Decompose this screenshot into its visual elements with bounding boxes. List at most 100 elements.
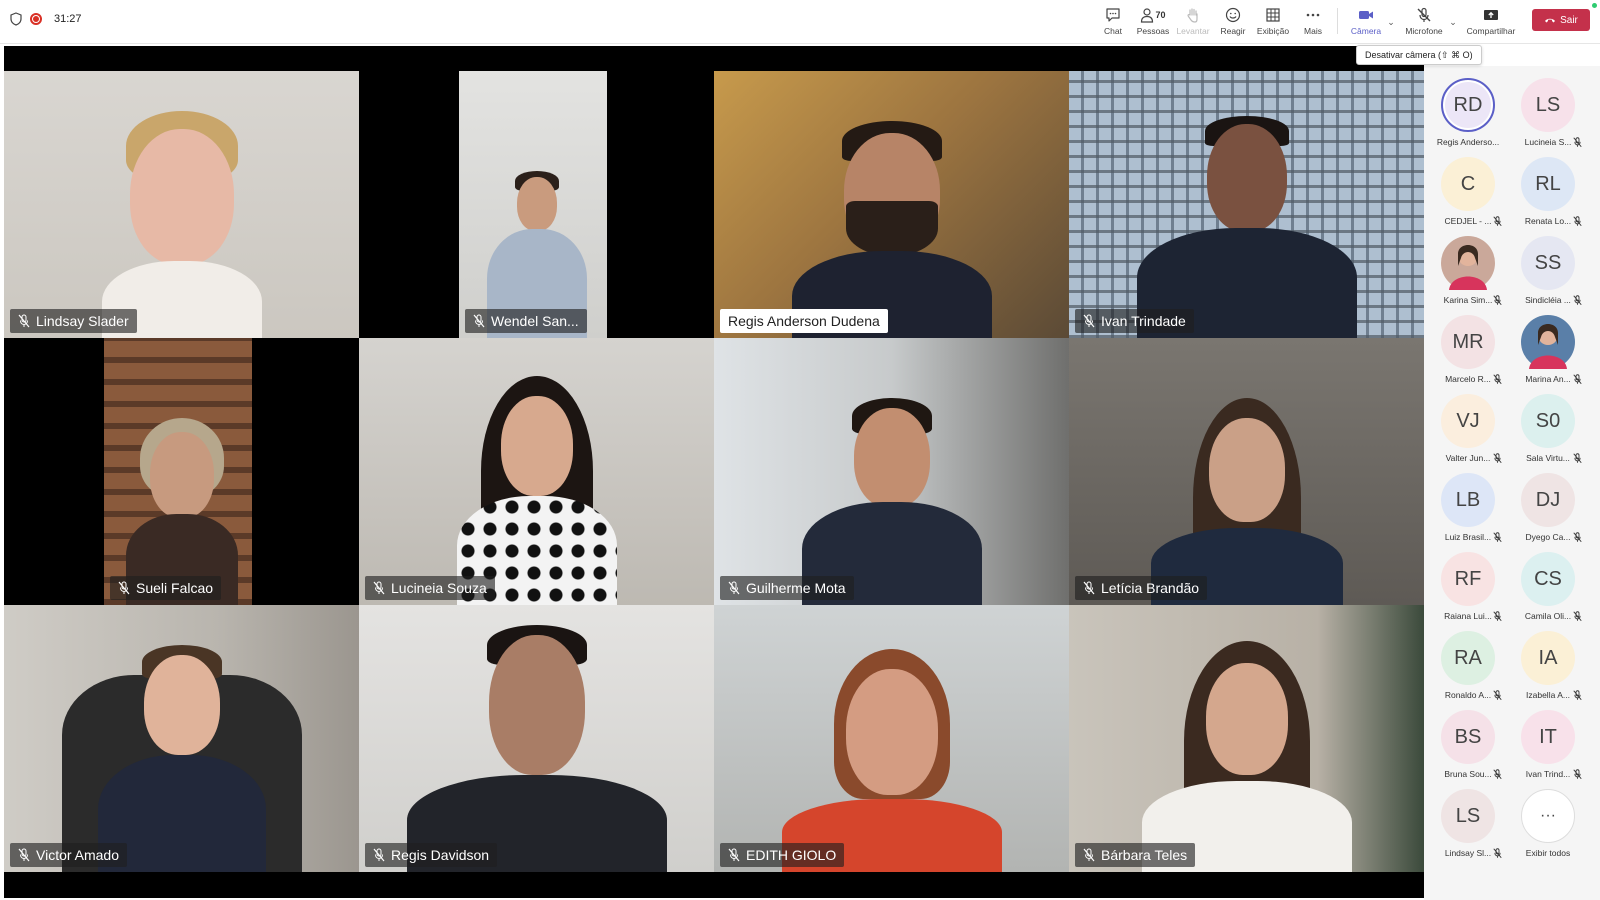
- video-tile[interactable]: Wendel San...: [359, 71, 714, 338]
- participant-card[interactable]: RD Regis Anderso...: [1428, 78, 1508, 157]
- mic-off-icon: [1573, 532, 1582, 543]
- participant-name: EDITH GIOLO: [746, 847, 837, 863]
- participant-avatar: SS: [1521, 236, 1575, 290]
- video-tile[interactable]: Regis Davidson: [359, 605, 714, 872]
- video-tile[interactable]: Guilherme Mota: [714, 338, 1069, 605]
- participant-card-label: Sala Virtu...: [1526, 453, 1570, 463]
- video-tile[interactable]: Lindsay Slader: [4, 71, 359, 338]
- participant-card[interactable]: RF Raiana Lui...: [1428, 552, 1508, 631]
- participant-card[interactable]: SS Sindicléia ...: [1508, 236, 1588, 315]
- participant-card-name: Izabella A...: [1508, 690, 1588, 701]
- participant-name: Sueli Falcao: [136, 580, 214, 596]
- participant-card-label: Regis Anderso...: [1436, 137, 1500, 147]
- mic-off-icon: [728, 848, 740, 862]
- video-tile[interactable]: Sueli Falcao: [4, 338, 359, 605]
- react-button[interactable]: Reagir: [1213, 6, 1253, 36]
- video-tile[interactable]: Victor Amado: [4, 605, 359, 872]
- participant-card-name: Lindsay Sl...: [1428, 848, 1508, 859]
- participant-avatar: S0: [1521, 394, 1575, 448]
- participant-card-name: Exibir todos: [1508, 848, 1588, 858]
- chat-icon: [1106, 8, 1120, 22]
- participant-card[interactable]: IA Izabella A...: [1508, 631, 1588, 710]
- participant-name-tag: Regis Davidson: [365, 843, 498, 867]
- microphone-button[interactable]: Microfone: [1400, 6, 1448, 36]
- participant-name-tag: Bárbara Teles: [1075, 843, 1196, 867]
- participant-card-name: Renata Lo...: [1508, 216, 1588, 227]
- participant-card-name: Marina An...: [1508, 374, 1588, 385]
- shield-icon[interactable]: [10, 12, 22, 26]
- participant-name: Guilherme Mota: [746, 580, 846, 596]
- participant-card-label: Camila Oli...: [1524, 611, 1572, 621]
- toolbar-divider: [1337, 8, 1338, 34]
- participant-card[interactable]: LS Lindsay Sl...: [1428, 789, 1508, 868]
- mic-off-icon: [1493, 611, 1502, 622]
- mic-off-icon: [1573, 769, 1582, 780]
- participant-card-name: Bruna Sou...: [1428, 769, 1508, 780]
- participant-card[interactable]: C CEDJEL - ...: [1428, 157, 1508, 236]
- participant-card[interactable]: CS Camila Oli...: [1508, 552, 1588, 631]
- participant-card-name: CEDJEL - ...: [1428, 216, 1508, 227]
- mic-off-icon: [1493, 769, 1502, 780]
- participant-card[interactable]: RL Renata Lo...: [1508, 157, 1588, 236]
- share-button[interactable]: Compartilhar: [1462, 6, 1520, 36]
- video-tile[interactable]: EDITH GIOLO: [714, 605, 1069, 872]
- mic-off-icon: [18, 848, 30, 862]
- meeting-header: 31:27 Chat 70 Pessoas Levantar Reagir Ex…: [0, 0, 1600, 44]
- participant-card[interactable]: Marina An...: [1508, 315, 1588, 394]
- microphone-off-icon: [1417, 7, 1431, 22]
- participant-name: Regis Davidson: [391, 847, 490, 863]
- participant-card[interactable]: VJ Valter Jun...: [1428, 394, 1508, 473]
- participant-name-tag: Ivan Trindade: [1075, 309, 1194, 333]
- video-tile[interactable]: Letícia Brandão: [1069, 338, 1424, 605]
- mic-off-icon: [1573, 690, 1582, 701]
- participant-card[interactable]: DJ Dyego Ca...: [1508, 473, 1588, 552]
- video-tile[interactable]: Ivan Trindade: [1069, 71, 1424, 338]
- participant-name: Lucineia Souza: [391, 580, 487, 596]
- participant-card-name: Lucineia S...: [1508, 137, 1588, 148]
- video-tile-active-speaker[interactable]: Regis Anderson Dudena: [714, 71, 1069, 338]
- participant-card-label: Luiz Brasil...: [1444, 532, 1492, 542]
- chat-button[interactable]: Chat: [1093, 6, 1133, 36]
- show-all-participants-button[interactable]: ··· Exibir todos: [1508, 789, 1588, 868]
- participant-avatar: CS: [1521, 552, 1575, 606]
- raise-hand-button[interactable]: Levantar: [1173, 6, 1213, 36]
- participant-card[interactable]: LS Lucineia S...: [1508, 78, 1588, 157]
- participants-panel: RD Regis Anderso... LS Lucineia S... C CEDJEL…: [1424, 66, 1600, 900]
- mic-off-icon: [1493, 453, 1502, 464]
- people-button[interactable]: 70 Pessoas: [1133, 6, 1173, 36]
- participant-card[interactable]: IT Ivan Trind...: [1508, 710, 1588, 789]
- leave-button[interactable]: Sair: [1532, 9, 1590, 31]
- smiley-icon: [1225, 7, 1241, 23]
- video-stage: Lindsay Slader Wendel San... Regis Ander…: [4, 46, 1424, 898]
- participant-card-name: Karina Sim...: [1428, 295, 1508, 306]
- participant-card[interactable]: Karina Sim...: [1428, 236, 1508, 315]
- mic-off-icon: [1573, 216, 1582, 227]
- view-button[interactable]: Exibição: [1253, 6, 1293, 36]
- raise-hand-icon: [1187, 8, 1198, 23]
- participant-photo-avatar: [1441, 236, 1495, 290]
- mic-options-chevron-down-icon[interactable]: ⌄: [1448, 6, 1458, 38]
- participant-video: [782, 111, 1002, 338]
- participant-avatar: C: [1441, 157, 1495, 211]
- participant-card-label: Lindsay Sl...: [1444, 848, 1492, 858]
- video-tile[interactable]: Lucineia Souza: [359, 338, 714, 605]
- participant-card[interactable]: S0 Sala Virtu...: [1508, 394, 1588, 473]
- recording-icon: [30, 13, 42, 25]
- video-tile[interactable]: Bárbara Teles: [1069, 605, 1424, 872]
- participant-card[interactable]: BS Bruna Sou...: [1428, 710, 1508, 789]
- participant-card[interactable]: RA Ronaldo A...: [1428, 631, 1508, 710]
- participant-card[interactable]: LB Luiz Brasil...: [1428, 473, 1508, 552]
- mic-off-icon: [1083, 581, 1095, 595]
- more-icon: ···: [1521, 789, 1575, 843]
- participant-name-tag: Letícia Brandão: [1075, 576, 1208, 600]
- meeting-timer: 31:27: [54, 13, 82, 25]
- camera-button[interactable]: Câmera: [1346, 6, 1386, 36]
- camera-options-chevron-down-icon[interactable]: ⌄: [1386, 6, 1396, 38]
- more-icon: [1306, 13, 1320, 17]
- participant-avatar: RA: [1441, 631, 1495, 685]
- participant-avatar: IT: [1521, 710, 1575, 764]
- participant-card[interactable]: MR Marcelo R...: [1428, 315, 1508, 394]
- mic-off-icon: [373, 848, 385, 862]
- more-button[interactable]: Mais: [1293, 6, 1333, 36]
- camera-icon: [1359, 11, 1373, 19]
